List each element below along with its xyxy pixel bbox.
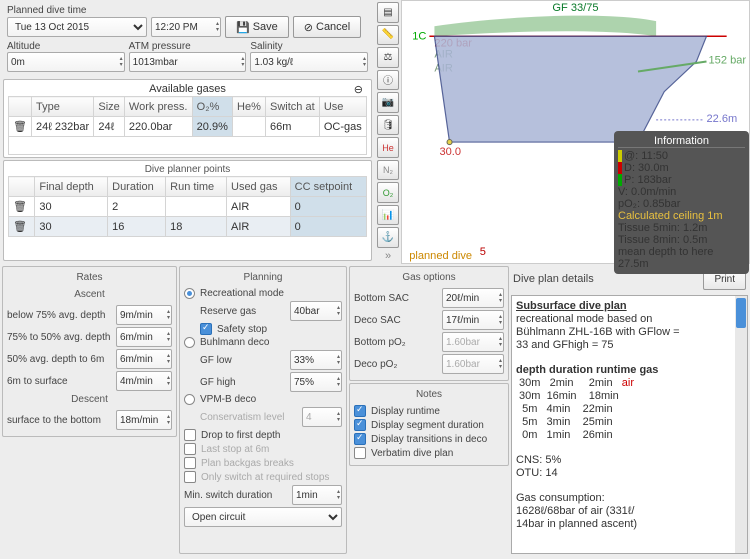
tank-icon[interactable]: 🛢 xyxy=(377,115,399,136)
atm-input[interactable] xyxy=(129,52,247,72)
altitude-label: Altitude xyxy=(7,41,125,52)
table-row[interactable]: 🗑301618AIR0 xyxy=(9,217,367,237)
scale-icon[interactable]: ⚖ xyxy=(377,47,399,68)
dive-plan-output[interactable]: Subsurface dive plan recreational mode b… xyxy=(511,295,748,554)
circuit-select[interactable]: Open circuit xyxy=(184,507,342,527)
svg-text:152 bar: 152 bar xyxy=(709,54,747,66)
safety-stop-chk[interactable] xyxy=(200,323,212,335)
rates-title: Rates xyxy=(7,271,172,284)
vpmb-radio[interactable] xyxy=(184,394,195,405)
buhlmann-radio[interactable] xyxy=(184,337,195,348)
cancel-button[interactable]: ⊘Cancel xyxy=(293,16,361,38)
time-input[interactable] xyxy=(151,17,221,37)
dive-profile-chart[interactable]: GF 33/75 1C 220 bar AIR AIR 152 bar 22.6… xyxy=(401,0,750,264)
expand-icon[interactable]: » xyxy=(385,250,391,262)
planned-time-label: Planned dive time xyxy=(7,5,368,16)
gases-table: TypeSizeWork press.O₂%He%Switch atUse 🗑2… xyxy=(8,96,367,155)
rec-mode-radio[interactable] xyxy=(184,288,195,299)
camera-icon[interactable]: 📷 xyxy=(377,92,399,113)
svg-text:1C: 1C xyxy=(412,30,426,42)
verbatim-chk[interactable] xyxy=(354,447,366,459)
svg-text:planned dive: planned dive xyxy=(409,250,472,262)
save-button[interactable]: 💾Save xyxy=(225,16,289,38)
graph-icon[interactable]: 📊 xyxy=(377,205,399,226)
minswitch-input[interactable] xyxy=(292,485,342,505)
bottom-po2-input xyxy=(442,332,504,352)
disp-runtime-chk[interactable] xyxy=(354,405,366,417)
deco-po2-input xyxy=(442,354,504,374)
date-select[interactable]: Tue 13 Oct 2015 xyxy=(7,17,147,37)
salinity-label: Salinity xyxy=(250,41,368,52)
descent-title: Descent xyxy=(7,393,172,406)
scroll-thumb[interactable] xyxy=(736,298,746,328)
info-popup: Information @: 11:50 D: 30.0m P: 183bar … xyxy=(614,131,749,274)
trash-icon[interactable]: 🗑 xyxy=(9,217,35,237)
altitude-input[interactable] xyxy=(7,52,125,72)
svg-text:22.6m: 22.6m xyxy=(707,113,738,125)
profile-icon[interactable]: ▤ xyxy=(377,2,399,23)
table-row[interactable]: 🗑302AIR0 xyxy=(9,197,367,217)
descent-rate[interactable] xyxy=(116,410,172,430)
ascent-rate-4[interactable] xyxy=(116,371,172,391)
drop-first-chk[interactable] xyxy=(184,429,196,441)
last6-chk xyxy=(184,443,196,455)
cancel-icon: ⊘ xyxy=(304,21,313,34)
trash-icon[interactable]: 🗑 xyxy=(9,117,32,137)
ascent-rate-3[interactable] xyxy=(116,349,172,369)
notes-title: Notes xyxy=(354,388,504,401)
trash-icon[interactable]: 🗑 xyxy=(9,197,35,217)
remove-gas-icon[interactable]: ⊖ xyxy=(354,83,363,96)
info-icon[interactable]: ⓘ xyxy=(377,70,399,91)
details-title: Dive plan details xyxy=(513,273,594,285)
backgas-chk xyxy=(184,457,196,469)
onlyswitch-chk xyxy=(184,471,196,483)
ruler-icon[interactable]: 📏 xyxy=(377,25,399,46)
n2-icon[interactable]: N₂ xyxy=(377,160,399,181)
conservatism-input xyxy=(302,407,342,427)
svg-text:5: 5 xyxy=(480,246,486,258)
save-icon: 💾 xyxy=(236,21,250,34)
gflow-input[interactable] xyxy=(290,350,342,370)
o2-icon[interactable]: O₂ xyxy=(377,182,399,203)
gasopt-title: Gas options xyxy=(354,271,504,284)
table-row[interactable]: 🗑24ℓ 232bar24ℓ220.0bar20.9%66mOC-gas xyxy=(9,117,367,137)
ascent-rate-2[interactable] xyxy=(116,327,172,347)
he-icon[interactable]: He xyxy=(377,137,399,158)
deco-sac-input[interactable] xyxy=(442,310,504,330)
scrollbar[interactable] xyxy=(735,296,747,553)
ascent-title: Ascent xyxy=(7,288,172,301)
atm-label: ATM pressure xyxy=(129,41,247,52)
points-title: Dive planner points xyxy=(8,163,367,176)
ascent-rate-1[interactable] xyxy=(116,305,172,325)
salinity-input[interactable] xyxy=(250,52,368,72)
disp-trans-chk[interactable] xyxy=(354,433,366,445)
weight-icon[interactable]: ⚓ xyxy=(377,227,399,248)
gfhigh-input[interactable] xyxy=(290,372,342,392)
reserve-gas-input[interactable] xyxy=(290,301,342,321)
planning-title: Planning xyxy=(184,271,342,284)
bottom-sac-input[interactable] xyxy=(442,288,504,308)
points-table: Final depthDurationRun timeUsed gasCC se… xyxy=(8,176,367,237)
gases-title: Available gases⊖ xyxy=(8,82,367,96)
svg-text:30.0: 30.0 xyxy=(439,146,461,158)
svg-text:GF 33/75: GF 33/75 xyxy=(552,2,598,14)
disp-segment-chk[interactable] xyxy=(354,419,366,431)
